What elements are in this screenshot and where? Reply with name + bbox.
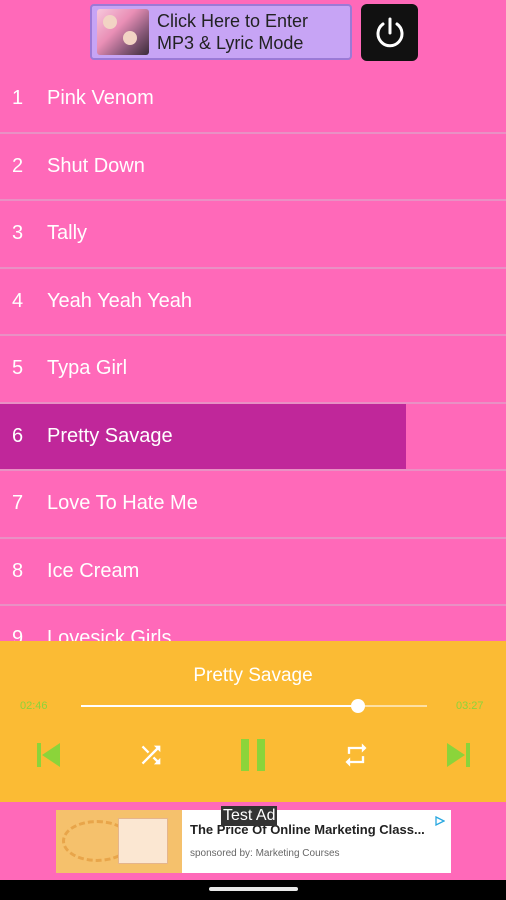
power-button[interactable] — [361, 4, 418, 61]
previous-button[interactable] — [28, 737, 68, 773]
now-playing-title: Pretty Savage — [193, 665, 313, 686]
repeat-icon — [345, 743, 367, 767]
adchoices-icon[interactable] — [435, 816, 445, 826]
track-number: 6 — [12, 424, 24, 447]
track-number: 7 — [12, 492, 24, 515]
track-row[interactable]: 1 Pink Venom — [0, 66, 506, 134]
player-panel: Pretty Savage 02:46 03:27 — [0, 641, 506, 802]
next-button[interactable] — [439, 737, 479, 773]
banner-thumbnail — [97, 9, 149, 55]
track-number: 9 — [12, 627, 24, 641]
ad-image — [56, 810, 182, 873]
track-number: 4 — [12, 289, 24, 312]
track-title: Shut Down — [47, 154, 145, 177]
track-title: Pretty Savage — [47, 424, 173, 447]
track-title: Love To Hate Me — [47, 492, 198, 515]
track-number: 1 — [12, 87, 24, 110]
repeat-button[interactable] — [336, 737, 376, 773]
shuffle-button[interactable] — [131, 737, 171, 773]
system-nav-bar — [0, 880, 506, 900]
track-number: 3 — [12, 222, 24, 245]
track-row-selected[interactable]: 6 Pretty Savage — [0, 403, 506, 471]
track-row[interactable]: 2 Shut Down — [0, 134, 506, 201]
track-title: Lovesick Girls — [47, 627, 172, 641]
home-indicator[interactable] — [209, 887, 298, 891]
track-title: Pink Venom — [47, 87, 154, 110]
track-row[interactable]: 9 Lovesick Girls — [0, 606, 506, 641]
track-title: Ice Cream — [47, 559, 140, 582]
pause-button[interactable] — [233, 737, 273, 773]
track-row[interactable]: 3 Tally — [0, 201, 506, 269]
track-title: Yeah Yeah Yeah — [47, 289, 193, 312]
power-icon — [376, 17, 403, 47]
track-row[interactable]: 8 Ice Cream — [0, 539, 506, 606]
mp3-lyric-mode-banner[interactable]: Click Here to Enter MP3 & Lyric Mode — [90, 4, 352, 60]
shuffle-icon — [141, 745, 161, 765]
seek-bar[interactable] — [81, 699, 427, 713]
track-number: 2 — [12, 154, 24, 177]
track-list: 1 Pink Venom 2 Shut Down 3 Tally 4 Yeah … — [0, 66, 506, 641]
track-number: 8 — [12, 559, 24, 582]
track-title: Tally — [47, 222, 88, 245]
banner-text: Click Here to Enter MP3 & Lyric Mode — [157, 11, 309, 53]
skip-previous-icon — [37, 743, 60, 767]
pause-icon — [241, 739, 265, 771]
skip-next-icon — [447, 743, 470, 767]
ad-area: Test Ad The Price Of Online Marketing Cl… — [0, 802, 506, 880]
track-row[interactable]: 5 Typa Girl — [0, 336, 506, 404]
track-row[interactable]: 7 Love To Hate Me — [0, 471, 506, 539]
test-ad-label: Test Ad — [221, 806, 278, 826]
total-time: 03:27 — [456, 700, 484, 712]
track-title: Typa Girl — [47, 357, 128, 380]
track-row[interactable]: 4 Yeah Yeah Yeah — [0, 269, 506, 336]
ad-sponsor: sponsored by: Marketing Courses — [190, 848, 340, 859]
elapsed-time: 02:46 — [20, 700, 48, 712]
top-bar: Click Here to Enter MP3 & Lyric Mode — [0, 0, 506, 66]
track-number: 5 — [12, 357, 24, 380]
seek-progress — [81, 705, 358, 707]
seek-thumb[interactable] — [350, 699, 365, 713]
